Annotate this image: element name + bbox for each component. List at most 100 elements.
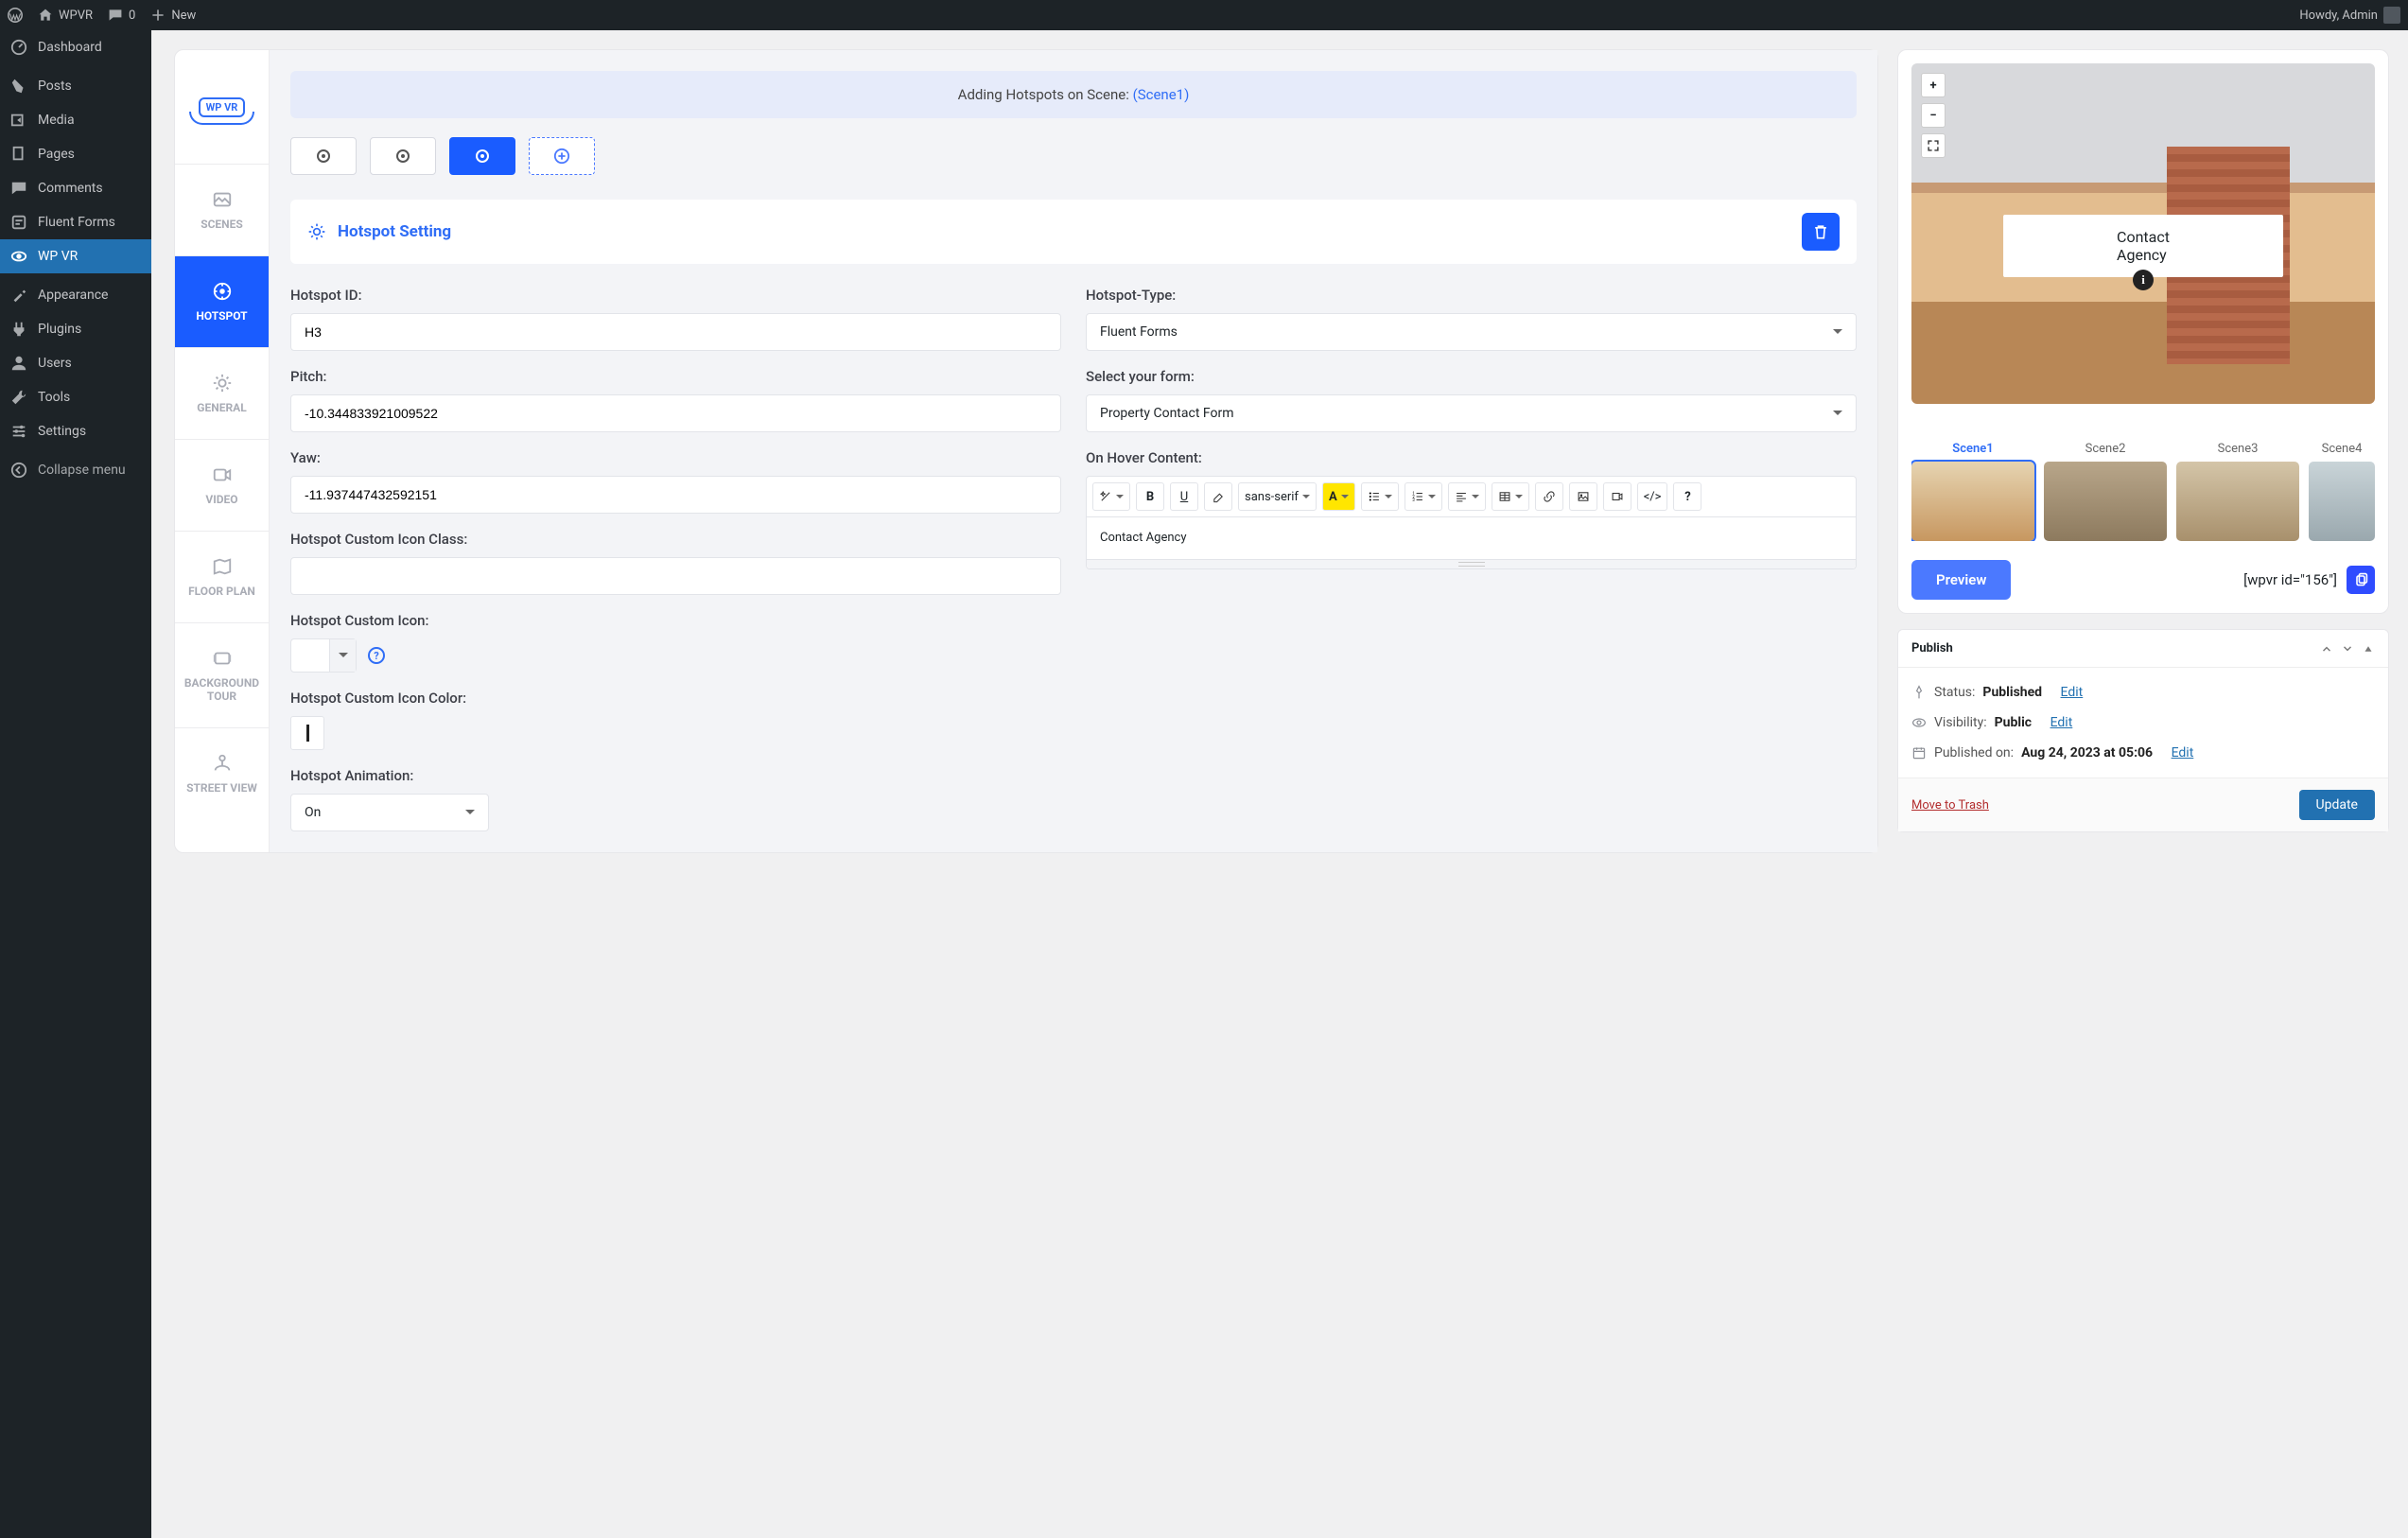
rte-content[interactable]: Contact Agency [1087, 517, 1856, 559]
sidebar-item-fluent-forms[interactable]: Fluent Forms [0, 205, 151, 239]
tab-general[interactable]: GENERAL [175, 347, 269, 439]
visibility-edit-link[interactable]: Edit [2050, 715, 2073, 730]
sidebar-item-settings[interactable]: Settings [0, 414, 151, 448]
sidebar-item-media[interactable]: Media [0, 103, 151, 137]
tab-hotspot[interactable]: HOTSPOT [175, 255, 269, 347]
sidebar-item-label: Appearance [38, 288, 108, 303]
hotspot-marker[interactable]: i [2133, 270, 2154, 290]
publish-footer: Move to Trash Update [1898, 778, 2388, 831]
preview-button[interactable]: Preview [1911, 560, 2011, 600]
new-content[interactable]: New [150, 8, 196, 23]
rte-bold-button[interactable]: B [1136, 482, 1164, 511]
tab-street-view[interactable]: STREET VIEW [175, 727, 269, 819]
pin-icon [1911, 685, 1927, 700]
eye-icon [1911, 715, 1927, 730]
sidebar-item-label: WP VR [38, 249, 78, 264]
scene-thumb-2[interactable]: Scene2 [2044, 442, 2167, 541]
sidebar-item-pages[interactable]: Pages [0, 137, 151, 171]
target-icon [476, 149, 489, 163]
sidebar-item-wpvr[interactable]: WP VR [0, 239, 151, 273]
copy-shortcode-button[interactable] [2347, 566, 2375, 594]
rte-resize-handle[interactable] [1087, 559, 1856, 568]
rte-link-button[interactable] [1535, 482, 1563, 511]
hotspot-thumb-2[interactable] [370, 137, 436, 175]
published-value: Aug 24, 2023 at 05:06 [2021, 745, 2153, 760]
select-form-label: Select your form: [1086, 368, 1857, 385]
chevron-up-icon[interactable] [2320, 642, 2333, 655]
help-icon[interactable]: ? [368, 647, 385, 664]
scene-banner-scene[interactable]: (Scene1) [1133, 86, 1190, 103]
yaw-input[interactable] [290, 476, 1061, 514]
rte-image-button[interactable] [1569, 482, 1597, 511]
tab-video[interactable]: VIDEO [175, 439, 269, 531]
tab-label: FLOOR PLAN [188, 585, 255, 598]
scene-thumb-1[interactable]: Scene1 [1911, 442, 2034, 541]
hotspot-id-label: Hotspot ID: [290, 287, 1061, 304]
hotspot-setting-header: Hotspot Setting [290, 200, 1857, 264]
zoom-out-button[interactable]: − [1921, 103, 1946, 128]
tab-scenes[interactable]: SCENES [175, 164, 269, 255]
sidebar-item-comments[interactable]: Comments [0, 171, 151, 205]
wp-logo[interactable] [8, 8, 23, 23]
tab-label: HOTSPOT [196, 309, 247, 323]
scene-strip: Scene1 Scene2 Scene3 Scene4 [1911, 442, 2375, 541]
panorama-preview[interactable]: + − Contact Agency i [1911, 63, 2375, 404]
icon-color-picker[interactable] [290, 716, 324, 750]
rte-code-button[interactable]: </> [1637, 482, 1668, 511]
scene-thumb-4[interactable]: Scene4 [2309, 442, 2375, 541]
hotspot-type-select[interactable]: Fluent Forms [1086, 313, 1857, 351]
sidebar-item-tools[interactable]: Tools [0, 380, 151, 414]
sidebar-item-label: Settings [38, 424, 86, 439]
wpvr-tabs: WP VR SCENES HOTSPOT GENERAL VIDEO FLOOR… [175, 50, 270, 852]
rte-video-button[interactable] [1603, 482, 1632, 511]
site-home[interactable]: WPVR [38, 8, 93, 23]
move-to-trash-link[interactable]: Move to Trash [1911, 798, 1989, 813]
update-button[interactable]: Update [2299, 790, 2375, 820]
status-edit-link[interactable]: Edit [2061, 685, 2084, 700]
tab-background-tour[interactable]: BACKGROUND TOUR [175, 622, 269, 727]
sidebar-item-label: Pages [38, 147, 75, 162]
tab-label: GENERAL [197, 401, 246, 414]
publish-box: Publish Status: Published Edit Visibil [1897, 629, 2389, 832]
sidebar-item-posts[interactable]: Posts [0, 69, 151, 103]
image-icon [1577, 490, 1590, 503]
rte-align-button[interactable] [1448, 482, 1486, 511]
rte-font-select[interactable]: sans-serif [1238, 482, 1317, 511]
sidebar-item-plugins[interactable]: Plugins [0, 312, 151, 346]
rte-underline-button[interactable]: U [1170, 482, 1198, 511]
comments-link[interactable]: 0 [108, 8, 135, 23]
hotspot-thumb-3-active[interactable] [449, 137, 515, 175]
collapse-menu[interactable]: Collapse menu [0, 453, 151, 487]
custom-icon-select[interactable] [290, 638, 357, 673]
sidebar-item-appearance[interactable]: Appearance [0, 278, 151, 312]
copy-icon [2353, 572, 2368, 587]
animation-select[interactable]: On [290, 794, 489, 831]
wand-icon [1099, 490, 1112, 503]
pitch-input[interactable] [290, 394, 1061, 432]
rte-eraser-button[interactable] [1204, 482, 1232, 511]
form-select[interactable]: Property Contact Form [1086, 394, 1857, 432]
chevron-down-icon [1833, 329, 1842, 339]
triangle-up-icon[interactable] [2362, 642, 2375, 655]
eraser-icon [1212, 490, 1225, 503]
hotspot-id-input[interactable] [290, 313, 1061, 351]
rte-magic-button[interactable] [1092, 482, 1130, 511]
hotspot-thumb-add[interactable] [529, 137, 595, 175]
rte-ul-button[interactable] [1361, 482, 1399, 511]
howdy[interactable]: Howdy, Admin [2299, 7, 2400, 24]
icon-class-input[interactable] [290, 557, 1061, 595]
rte-ol-button[interactable]: 123 [1405, 482, 1442, 511]
scene-thumb-3[interactable]: Scene3 [2176, 442, 2299, 541]
chevron-down-icon[interactable] [2341, 642, 2354, 655]
fullscreen-button[interactable] [1921, 133, 1946, 158]
sidebar-item-users[interactable]: Users [0, 346, 151, 380]
delete-hotspot-button[interactable] [1802, 213, 1840, 251]
rte-table-button[interactable] [1492, 482, 1529, 511]
tab-floor-plan[interactable]: FLOOR PLAN [175, 531, 269, 622]
hotspot-thumb-1[interactable] [290, 137, 357, 175]
rte-highlight-button[interactable]: A [1322, 482, 1355, 511]
sidebar-item-dashboard[interactable]: Dashboard [0, 30, 151, 64]
zoom-in-button[interactable]: + [1921, 73, 1946, 97]
rte-help-button[interactable]: ? [1673, 482, 1701, 511]
published-edit-link[interactable]: Edit [2172, 745, 2194, 760]
